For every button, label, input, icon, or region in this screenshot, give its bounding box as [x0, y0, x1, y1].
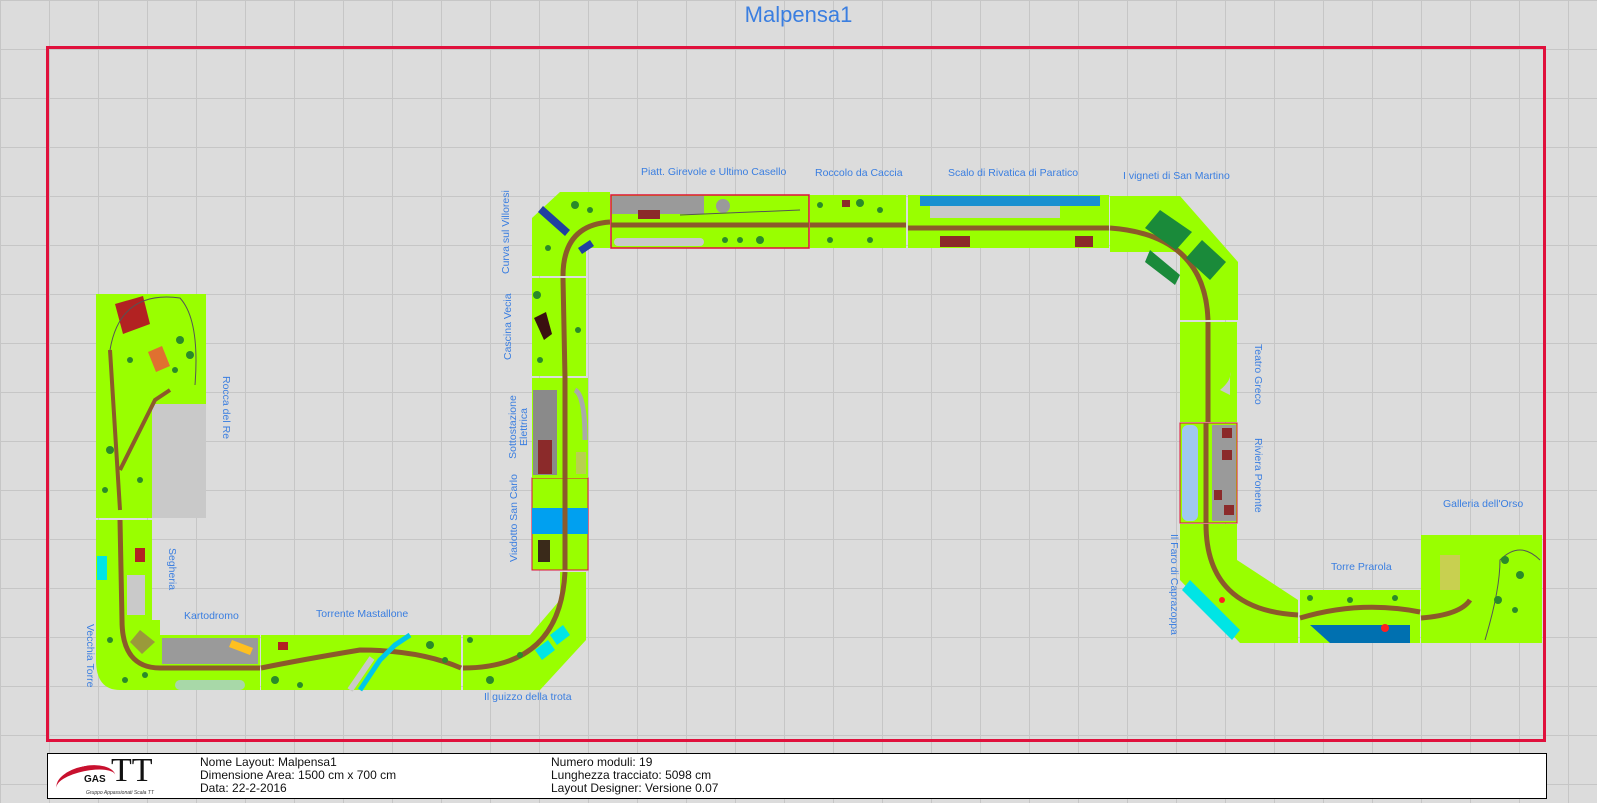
module-curva-sul-villoresi[interactable]	[532, 192, 611, 277]
label-il-guizzo-della-trota: Il guizzo della trota	[484, 691, 572, 703]
info-col-left: Nome Layout: Malpensa1 Dimensione Area: …	[200, 756, 396, 795]
module-rocca-del-re[interactable]	[96, 294, 206, 518]
info-data: Data: 22-2-2016	[200, 781, 287, 795]
label-teatro-greco: Teatro Greco	[1252, 344, 1264, 405]
logo-tt: TT	[111, 752, 153, 789]
label-segheria: Segheria	[166, 548, 178, 591]
module-sottostazione-elettrica[interactable]	[532, 378, 588, 478]
module-teatro-greco[interactable]	[1180, 322, 1237, 422]
module-il-guizzo-della-trota[interactable]	[462, 571, 586, 690]
label-kartodromo: Kartodromo	[184, 610, 239, 622]
module-piatt-girevole[interactable]	[610, 194, 810, 249]
label-torrente-mastallone: Torrente Mastallone	[316, 608, 409, 620]
module-vecchia-torre[interactable]	[96, 619, 161, 690]
label-viadotto-san-carlo: Viadotto San Carlo	[508, 474, 520, 562]
module-cascina-vecia[interactable]	[532, 277, 586, 379]
label-curva-sul-villoresi: Curva sul Villoresi	[500, 190, 512, 274]
label-vecchia-torre: Vecchia Torre	[84, 624, 96, 688]
module-torrente-mastallone[interactable]	[260, 632, 463, 692]
label-sottostazione-elettrica: Sottostazione Elettrica	[507, 395, 530, 459]
label-il-faro-di-caprazoppa: Il Faro di Caprazoppa	[1168, 534, 1180, 635]
label-galleria-dell-orso: Galleria dell'Orso	[1443, 498, 1524, 510]
logo-subtitle: Gruppo Appassionati Scala TT	[86, 790, 154, 796]
layout-canvas[interactable]	[0, 0, 1597, 803]
label-roccolo-da-caccia: Roccolo da Caccia	[815, 167, 903, 179]
logo-gas: GAS	[84, 774, 106, 785]
module-galleria-dell-orso[interactable]	[1420, 535, 1542, 643]
module-il-faro-di-caprazoppa[interactable]	[1180, 523, 1299, 643]
gas-tt-logo: TT GAS Gruppo Appassionati Scala TT	[53, 752, 171, 803]
label-piatt-girevole: Piatt. Girevole e Ultimo Casello	[641, 166, 787, 178]
module-kartodromo[interactable]	[160, 635, 260, 690]
info-col-right: Numero moduli: 19 Lunghezza tracciato: 5…	[551, 756, 718, 795]
label-scalo-di-rivatica: Scalo di Rivatica di Paratico	[948, 167, 1079, 179]
label-riviera-ponente: Riviera Ponente	[1252, 438, 1264, 513]
info-layout-designer: Layout Designer: Versione 0.07	[551, 781, 719, 795]
label-cascina-vecia: Cascina Vecia	[502, 293, 514, 360]
module-riviera-ponente[interactable]	[1179, 422, 1238, 524]
info-panel: TT GAS Gruppo Appassionati Scala TT Nome…	[47, 752, 1547, 803]
label-torre-prarola: Torre Prarola	[1331, 561, 1392, 573]
label-i-vigneti-di-san-martino: I vigneti di San Martino	[1123, 170, 1230, 182]
module-segheria[interactable]	[96, 519, 152, 621]
module-scalo-di-rivatica[interactable]	[908, 195, 1109, 248]
module-torre-prarola[interactable]	[1299, 590, 1421, 643]
module-viadotto-san-carlo[interactable]	[531, 477, 589, 571]
label-rocca-del-re: Rocca del Re	[220, 376, 232, 440]
module-roccolo-da-caccia[interactable]	[810, 195, 906, 248]
module-i-vigneti-di-san-martino[interactable]	[1109, 196, 1238, 321]
